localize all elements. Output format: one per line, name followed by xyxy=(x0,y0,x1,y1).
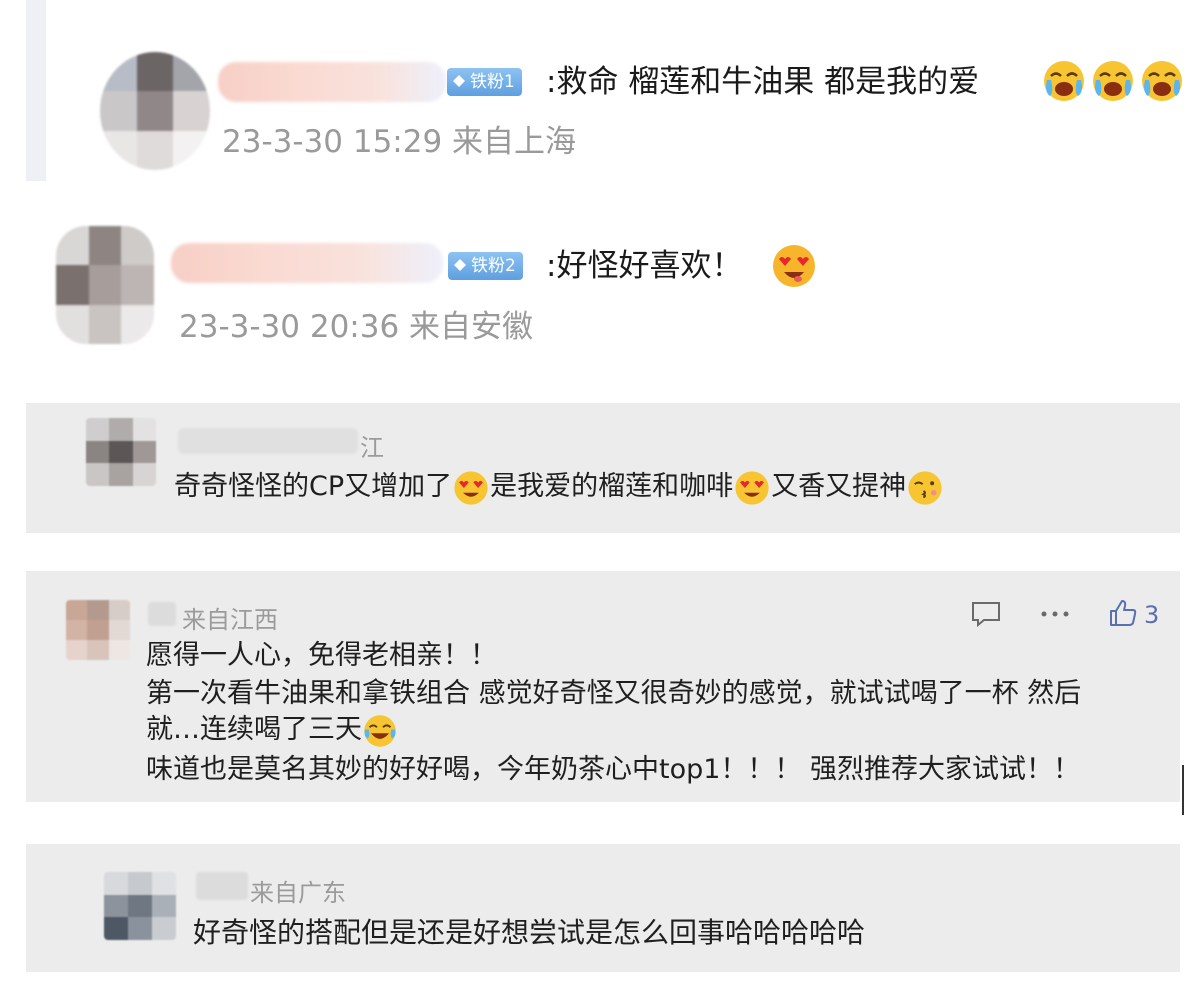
scrollbar[interactable] xyxy=(1182,765,1184,815)
avatar[interactable] xyxy=(56,226,154,344)
like-count: 3 xyxy=(1144,601,1160,629)
reply-text-part: 又香又提神 xyxy=(771,471,907,502)
reply-line: 味道也是莫名其妙的好好喝，今年奶茶心中top1！！！ 强烈推荐大家试试！！ xyxy=(146,754,1081,785)
crying-face-emoji-icon xyxy=(1142,61,1182,101)
badge-label: 铁粉2 xyxy=(471,256,516,276)
comment-icon[interactable] xyxy=(970,600,1002,628)
avatar[interactable] xyxy=(104,872,176,940)
more-icon[interactable] xyxy=(1040,608,1070,620)
comment-meta: 23-3-30 20:36 来自安徽 xyxy=(179,309,534,345)
username-redacted[interactable] xyxy=(171,243,443,283)
reply-text-part: 是我爱的榴莲和咖啡 xyxy=(490,471,734,502)
comment-text-content: :救命 榴莲和牛油果 都是我的爱 xyxy=(546,64,980,100)
crying-face-emoji-icon xyxy=(1044,61,1084,101)
diamond-icon xyxy=(453,75,465,87)
avatar[interactable] xyxy=(100,52,210,170)
reply-name-fragment: 江 xyxy=(360,434,384,462)
laughing-tears-emoji-icon xyxy=(364,714,396,747)
avatar[interactable] xyxy=(66,600,130,660)
crying-face-emoji-icon xyxy=(1093,61,1133,101)
heart-eyes-emoji-icon xyxy=(454,470,488,505)
comment-text: :好怪好喜欢！ xyxy=(546,248,743,284)
reply-location: 来自江西 xyxy=(182,606,278,634)
badge-label: 铁粉1 xyxy=(470,72,515,92)
reply-location: 来自广东 xyxy=(250,879,346,907)
username-redacted[interactable] xyxy=(218,62,446,102)
reply-line-with-emoji: 就…连续喝了三天 xyxy=(146,711,398,749)
thumbs-up-icon[interactable] xyxy=(1108,598,1138,628)
avatar[interactable] xyxy=(86,418,156,486)
reply-panel xyxy=(26,844,1180,972)
heart-eyes-emoji-icon xyxy=(773,245,815,287)
kissing-emoji-icon xyxy=(908,470,942,505)
reply-line: 愿得一人心，免得老相亲！！ xyxy=(146,640,497,671)
thread-indent-bar xyxy=(26,0,46,181)
username-redacted[interactable] xyxy=(178,428,358,454)
reply-line: 第一次看牛油果和拿铁组合 感觉好奇怪又很奇妙的感觉，就试试喝了一杯 然后 xyxy=(146,678,1082,709)
username-redacted[interactable] xyxy=(148,602,176,626)
comment-text: :救命 榴莲和牛油果 都是我的爱 xyxy=(546,62,979,102)
heart-eyes-emoji-icon xyxy=(735,470,769,505)
username-redacted[interactable] xyxy=(196,872,248,900)
reply-text: 好奇怪的搭配但是还是好想尝试是怎么回事哈哈哈哈哈 xyxy=(193,916,866,949)
comment-meta: 23-3-30 15:29 来自上海 xyxy=(222,124,577,160)
reply-text: 奇奇怪怪的CP又增加了 是我爱的榴莲和咖啡 又香又提神 xyxy=(174,468,944,507)
reply-text-part: 奇奇怪怪的CP又增加了 xyxy=(174,471,453,502)
fan-badge: 铁粉2 xyxy=(448,252,523,280)
fan-badge: 铁粉1 xyxy=(447,68,522,96)
reply-line: 就…连续喝了三天 xyxy=(146,714,362,745)
diamond-icon xyxy=(454,259,466,271)
